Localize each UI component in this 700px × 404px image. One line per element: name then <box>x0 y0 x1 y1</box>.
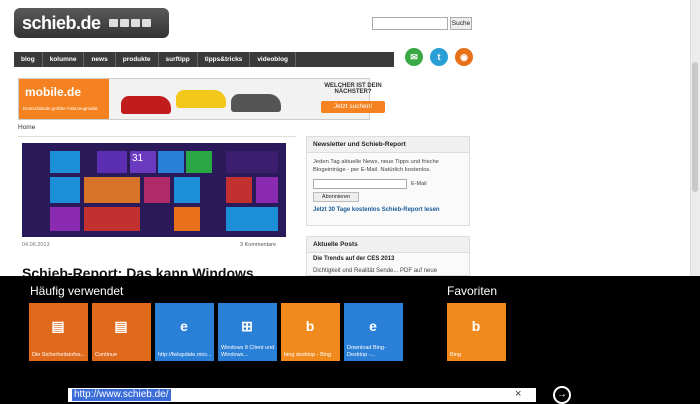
banner-logo-text: mobile.de <box>25 85 82 99</box>
nav-news[interactable]: news <box>84 52 116 67</box>
frequent-tile[interactable]: ⊞ Windows 8 Client und Windows... <box>218 303 277 361</box>
frequent-tile[interactable]: e http://fwlupdate.micr... <box>155 303 214 361</box>
logo-text: schieb.de <box>22 12 101 33</box>
page-scrollbar[interactable] <box>690 0 700 276</box>
ie-icon: e <box>180 318 188 334</box>
report-link[interactable]: Jetzt 30 Tage kostenlos Schieb-Report le… <box>313 207 440 213</box>
scroll-thumb[interactable] <box>692 62 698 192</box>
bing-icon: b <box>305 318 315 334</box>
search-button[interactable]: Suche <box>450 17 472 30</box>
banner-car-images <box>111 82 281 117</box>
search-input[interactable] <box>372 17 448 30</box>
tile-label: Bing <box>450 351 462 358</box>
newsletter-email-input[interactable] <box>313 179 407 189</box>
article-date: 04.06.2013 <box>22 242 50 248</box>
tile-label: Continue <box>95 351 118 358</box>
newsletter-email-label: E-Mail <box>411 181 427 187</box>
newsletter-box: Newsletter und Schieb-Report Jeden Tag a… <box>306 136 470 226</box>
subscribe-button[interactable]: Abonnieren <box>313 192 359 202</box>
post-link[interactable]: Die Trends auf der CES 2013 <box>307 253 469 265</box>
recent-posts-box: Aktuelle Posts Die Trends auf der CES 20… <box>306 236 470 276</box>
main-nav: blog kolumne news produkte surftipp tipp… <box>14 52 394 67</box>
email-icon[interactable]: ✉ <box>405 48 423 66</box>
article-title[interactable]: Schieb-Report: Das kann Windows <box>22 265 254 276</box>
go-button[interactable]: → <box>553 386 571 404</box>
twitter-icon[interactable]: t <box>430 48 448 66</box>
site-logo[interactable]: schieb.de <box>14 8 169 38</box>
newsletter-heading: Newsletter und Schieb-Report <box>307 137 469 153</box>
article-hero-image[interactable]: 31 <box>22 143 286 237</box>
frequent-tile[interactable]: b bing desktop - Bing <box>281 303 340 361</box>
frequent-heading: Häufig verwendet <box>30 284 124 298</box>
tile-label: http://fwlupdate.micr... <box>158 351 212 358</box>
nav-produkte[interactable]: produkte <box>116 52 159 67</box>
tile-label: Die Sicherheitsinfos... <box>32 351 86 358</box>
banner-logo-subtitle: Deutschlands größter Fahrzeugmarkt <box>23 106 98 111</box>
browser-page: schieb.de Suche blog kolumne news produk… <box>0 0 700 276</box>
article: 31 04.06.2013 3 Kommentare Schieb-Report… <box>18 136 296 276</box>
nav-blog[interactable]: blog <box>14 52 43 67</box>
bing-icon: b <box>471 318 481 334</box>
favorites-tile[interactable]: b Bing <box>447 303 506 361</box>
article-comments-link[interactable]: 3 Kommentare <box>240 242 276 248</box>
ad-banner[interactable]: mobile.de Deutschlands größter Fahrzeugm… <box>18 78 385 120</box>
frequent-tile[interactable]: ▤ Die Sicherheitsinfos... <box>29 303 88 361</box>
nav-kolumne[interactable]: kolumne <box>43 52 85 67</box>
tile-label: Download Bing-Desktop -... <box>347 345 386 358</box>
address-input[interactable]: http://www.schieb.de/ <box>72 389 171 401</box>
logo-device-icons <box>108 19 151 27</box>
breadcrumb[interactable]: Home <box>18 124 35 131</box>
rss-icon[interactable]: ◉ <box>455 48 473 66</box>
favorites-heading: Favoriten <box>447 284 498 298</box>
post-link[interactable]: Dichtigkeit und Realität Sende... PDF au… <box>307 265 469 276</box>
nav-surftipp[interactable]: surftipp <box>159 52 198 67</box>
page-icon: ▤ <box>114 317 128 334</box>
banner-logo: mobile.de Deutschlands größter Fahrzeugm… <box>19 79 109 119</box>
tile-label: bing desktop - Bing <box>284 351 332 358</box>
windows-icon: ⊞ <box>241 317 253 334</box>
banner-question: WELCHER IST DEIN NÄCHSTER? <box>324 83 382 95</box>
newsletter-text: Jeden Tag aktuelle News, neue Tipps und … <box>313 159 439 173</box>
tile-label: Windows 8 Client und Windows... <box>221 345 275 358</box>
recent-posts-heading: Aktuelle Posts <box>307 237 469 253</box>
page-icon: ▤ <box>51 317 65 334</box>
calendar-tile: 31 <box>130 151 156 173</box>
frequent-tile[interactable]: e Download Bing-Desktop -... <box>344 303 403 361</box>
ie-icon: e <box>369 318 377 334</box>
frequent-tile[interactable]: ▤ Continue <box>92 303 151 361</box>
nav-tipps-tricks[interactable]: tipps&tricks <box>198 52 251 67</box>
banner-search-button[interactable]: Jetzt suchen! <box>321 101 385 113</box>
nav-videoblog[interactable]: videoblog <box>250 52 297 67</box>
ie-start-overlay: Häufig verwendet Favoriten ▤ Die Sicherhe… <box>0 276 700 404</box>
clear-icon[interactable]: × <box>515 388 521 400</box>
